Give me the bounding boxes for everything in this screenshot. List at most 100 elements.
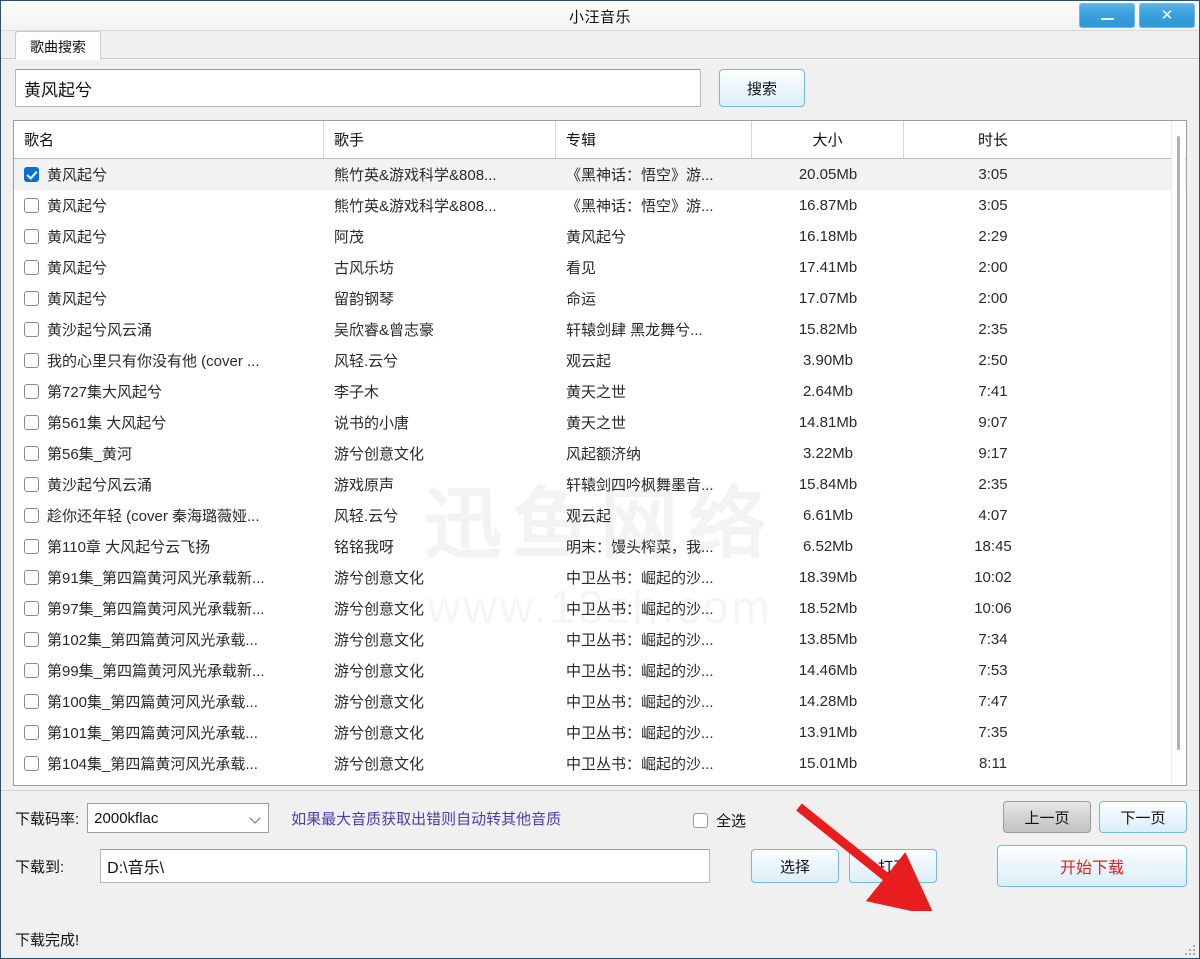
minimize-button[interactable] [1079,3,1135,28]
table-row[interactable]: 第91集_第四篇黄河风光承载新... 游兮创意文化 中卫丛书：崛起的沙... 18.3… [14,562,1186,593]
column-header-artist[interactable]: 歌手 [324,121,556,158]
row-checkbox[interactable] [24,601,39,616]
table-row[interactable]: 第101集_第四篇黄河风光承载... 游兮创意文化 中卫丛书：崛起的沙... 13.9… [14,717,1186,748]
next-page-button[interactable]: 下一页 [1099,801,1187,833]
table-row[interactable]: 黄风起兮 阿茂 黄风起兮 16.18Mb 2:29 [14,221,1186,252]
table-row[interactable]: 趁你还年轻 (cover 秦海璐薇娅... 风轻.云兮 观云起 6.61Mb 4:07 [14,500,1186,531]
cell-album: 明末：馒头榨菜，我... [566,539,714,556]
table-row[interactable]: 黄风起兮 熊竹英&游戏科学&808... 《黑神话：悟空》游... 20.05Mb 3:… [14,159,1186,190]
cell-name: 第97集_第四篇黄河风光承载新... [14,598,324,619]
song-name: 第56集_黄河 [47,446,133,463]
table-row[interactable]: 黄风起兮 熊竹英&游戏科学&808... 《黑神话：悟空》游... 16.87Mb 3:… [14,190,1186,221]
table-row[interactable]: 第99集_第四篇黄河风光承载新... 游兮创意文化 中卫丛书：崛起的沙... 14.4… [14,655,1186,686]
bitrate-hint-link[interactable]: 如果最大音质获取出错则自动转其他音质 [291,808,561,829]
cell-size: 15.82Mb [798,321,858,338]
table-row[interactable]: 第56集_黄河 游兮创意文化 风起额济纳 3.22Mb 9:17 [14,438,1186,469]
cell-name: 黄风起兮 [14,226,324,247]
scrollbar-thumb[interactable] [1177,136,1180,750]
close-button[interactable]: ✕ [1139,3,1195,28]
vertical-scrollbar[interactable] [1171,122,1185,784]
table-row[interactable]: 第100集_第四篇黄河风光承载... 游兮创意文化 中卫丛书：崛起的沙... 14.2… [14,686,1186,717]
open-folder-button[interactable]: 打开 [849,849,937,883]
cell-artist: 吴欣睿&曾志豪 [334,322,435,339]
table-row[interactable]: 第97集_第四篇黄河风光承载新... 游兮创意文化 中卫丛书：崛起的沙... 18.5… [14,593,1186,624]
table-row[interactable]: 第727集大风起兮 李子木 黄天之世 2.64Mb 7:41 [14,376,1186,407]
cell-name: 第102集_第四篇黄河风光承载... [14,629,324,650]
cell-album: 风起额济纳 [566,446,642,463]
close-icon: ✕ [1160,7,1174,24]
title-bar: 小汪音乐 ✕ [1,1,1199,31]
column-header-album[interactable]: 专辑 [556,121,752,158]
column-header-size[interactable]: 大小 [752,121,904,158]
table-row[interactable]: 第102集_第四篇黄河风光承载... 游兮创意文化 中卫丛书：崛起的沙... 13.8… [14,624,1186,655]
row-checkbox[interactable] [24,260,39,275]
row-checkbox[interactable] [24,477,39,492]
select-all-box-icon [693,813,708,828]
row-checkbox[interactable] [24,353,39,368]
row-checkbox[interactable] [24,508,39,523]
song-name: 趁你还年轻 (cover 秦海璐薇娅... [47,508,260,525]
row-checkbox[interactable] [24,384,39,399]
table-row[interactable]: 黄风起兮 古风乐坊 看见 17.41Mb 2:00 [14,252,1186,283]
select-all-checkbox[interactable]: 全选 [693,810,746,831]
cell-artist: 说书的小唐 [334,415,410,432]
cell-artist: 风轻.云兮 [334,353,399,370]
cell-duration: 7:53 [978,662,1008,679]
column-header-duration[interactable]: 时长 [904,121,1082,158]
row-checkbox[interactable] [24,229,39,244]
start-download-button[interactable]: 开始下载 [997,845,1187,887]
row-checkbox[interactable] [24,725,39,740]
cell-size: 17.41Mb [798,259,858,276]
table-row[interactable]: 第561集 大风起兮 说书的小唐 黄天之世 14.81Mb 9:07 [14,407,1186,438]
row-checkbox[interactable] [24,446,39,461]
resize-grip[interactable] [1181,941,1195,955]
table-row[interactable]: 我的心里只有你没有他 (cover ... 风轻.云兮 观云起 3.90Mb 2:50 [14,345,1186,376]
row-checkbox[interactable] [24,663,39,678]
row-checkbox[interactable] [24,632,39,647]
row-checkbox[interactable] [24,167,39,182]
cell-name: 第56集_黄河 [14,443,324,464]
tab-song-search[interactable]: 歌曲搜索 [15,31,101,60]
choose-folder-button[interactable]: 选择 [751,849,839,883]
row-checkbox[interactable] [24,539,39,554]
status-text: 下载完成! [15,932,80,949]
bitrate-select[interactable]: 2000kflac [87,803,270,833]
song-name: 第91集_第四篇黄河风光承载新... [47,570,265,587]
cell-size: 14.81Mb [798,414,858,431]
cell-name: 第110章 大风起兮云飞扬 [14,536,324,557]
search-input[interactable] [15,69,701,107]
cell-artist: 游兮创意文化 [334,725,425,742]
prev-page-button[interactable]: 上一页 [1003,801,1091,833]
table-row[interactable]: 黄沙起兮风云涌 游戏原声 轩辕剑四吟枫舞墨音... 15.84Mb 2:35 [14,469,1186,500]
row-checkbox[interactable] [24,694,39,709]
download-path-input[interactable] [100,849,711,883]
cell-size: 6.61Mb [802,507,854,524]
cell-duration: 2:29 [978,228,1008,245]
cell-name: 趁你还年轻 (cover 秦海璐薇娅... [14,505,324,526]
row-checkbox[interactable] [24,756,39,771]
table-row[interactable]: 第104集_第四篇黄河风光承载... 游兮创意文化 中卫丛书：崛起的沙... 15.0… [14,748,1186,779]
column-header-name[interactable]: 歌名 [14,121,324,158]
search-button[interactable]: 搜索 [719,69,805,107]
cell-artist: 铭铭我呀 [334,539,395,556]
row-checkbox[interactable] [24,322,39,337]
minimize-icon [1100,17,1114,20]
row-checkbox[interactable] [24,570,39,585]
row-checkbox[interactable] [24,198,39,213]
cell-artist: 留韵钢琴 [334,291,395,308]
cell-artist: 游兮创意文化 [334,446,425,463]
app-window: 小汪音乐 ✕ 歌曲搜索 搜索 迅鱼网络 www.13zh.com 歌名 歌手 专… [0,0,1200,959]
table-row[interactable]: 第110章 大风起兮云飞扬 铭铭我呀 明末：馒头榨菜，我... 6.52Mb 18:45 [14,531,1186,562]
cell-duration: 9:07 [978,414,1008,431]
cell-duration: 9:17 [978,445,1008,462]
cell-album: 黄天之世 [566,415,627,432]
cell-size: 13.85Mb [798,631,858,648]
table-row[interactable]: 黄沙起兮风云涌 吴欣睿&曾志豪 轩辕剑肆 黑龙舞兮... 15.82Mb 2:35 [14,314,1186,345]
row-checkbox[interactable] [24,415,39,430]
table-row[interactable]: 黄风起兮 留韵钢琴 命运 17.07Mb 2:00 [14,283,1186,314]
row-checkbox[interactable] [24,291,39,306]
cell-artist: 熊竹英&游戏科学&808... [334,198,497,215]
song-name: 黄风起兮 [47,260,108,277]
song-name: 第104集_第四篇黄河风光承载... [47,756,258,773]
cell-duration: 3:05 [978,197,1008,214]
